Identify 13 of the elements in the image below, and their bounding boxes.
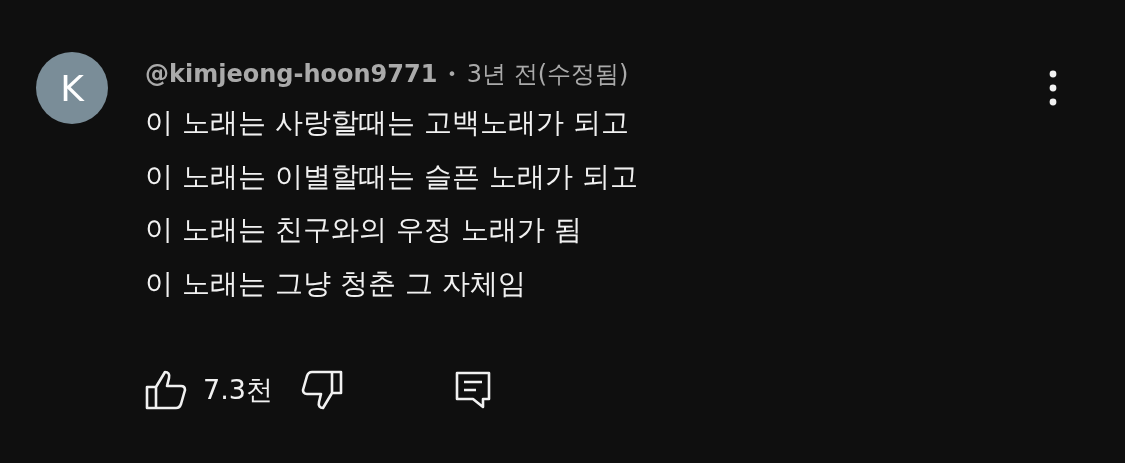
thumbs-down-icon[interactable] bbox=[300, 370, 343, 410]
comment-line: 이 노래는 사랑할때는 고백노래가 되고 bbox=[145, 105, 630, 141]
comment-line: 이 노래는 친구와의 우정 노래가 됨 bbox=[145, 212, 583, 248]
separator-dot: • bbox=[447, 64, 457, 84]
comment-line: 이 노래는 이별할때는 슬픈 노래가 되고 bbox=[145, 158, 638, 195]
comment-line: 이 노래는 그냥 청춘 그 자체임 bbox=[145, 265, 527, 302]
avatar-letter: K bbox=[60, 67, 84, 109]
like-count: 7.3천 bbox=[203, 373, 273, 407]
more-options-icon[interactable] bbox=[1048, 70, 1058, 106]
comment-time: 3년 전(수정됨) bbox=[466, 59, 629, 90]
author-name[interactable]: @kimjeong-hoon9771 bbox=[145, 60, 438, 88]
thumbs-up-icon[interactable] bbox=[145, 370, 187, 410]
reply-icon[interactable] bbox=[454, 371, 491, 409]
